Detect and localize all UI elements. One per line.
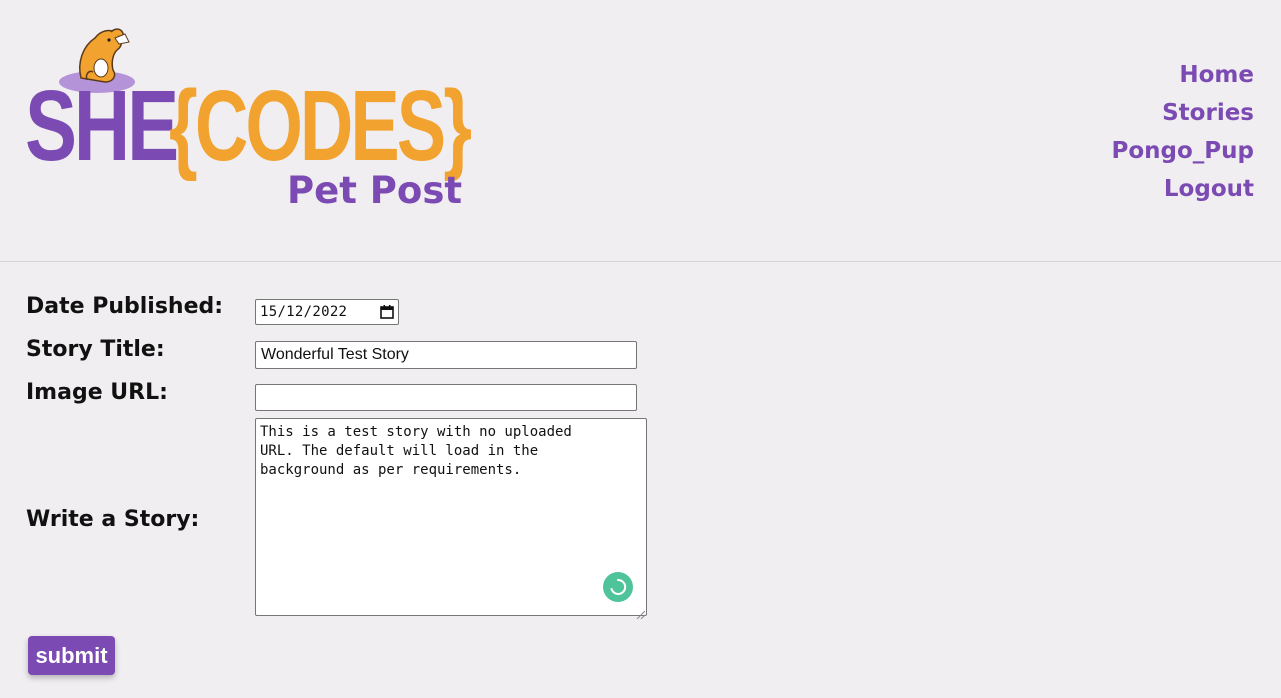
story-title-input[interactable]: Wonderful Test Story [255, 341, 637, 369]
story-textarea[interactable]: This is a test story with no uploaded UR… [255, 418, 647, 616]
new-story-form: Date Published: 15/12/2022 Story Title: … [0, 262, 1281, 698]
date-value: 15/12/2022 [260, 304, 348, 320]
resize-handle-icon[interactable] [635, 604, 646, 620]
nav-stories-link[interactable]: Stories [1112, 94, 1254, 132]
grammar-assistant-icon[interactable] [603, 572, 633, 602]
image-url-input[interactable] [255, 384, 637, 411]
main-nav: Home Stories Pongo_Pup Logout [1112, 56, 1255, 208]
date-published-input[interactable]: 15/12/2022 [255, 299, 399, 325]
submit-button[interactable]: submit [28, 636, 115, 675]
story-title-label: Story Title: [26, 337, 165, 362]
logo-she-text: SHE [25, 70, 179, 182]
image-url-label: Image URL: [26, 380, 168, 405]
nav-logout-link[interactable]: Logout [1112, 170, 1254, 208]
story-title-value: Wonderful Test Story [261, 346, 409, 363]
nav-home-link[interactable]: Home [1112, 56, 1254, 94]
write-story-label: Write a Story: [26, 507, 200, 532]
nav-profile-link[interactable]: Pongo_Pup [1112, 132, 1255, 170]
logo-codes-text: {CODES} [169, 70, 472, 182]
site-header: SHE {CODES} Pet Post Home Stories Pongo_… [0, 0, 1281, 262]
calendar-icon[interactable] [380, 305, 394, 319]
shecodes-logo[interactable]: SHE {CODES} Pet Post [25, 24, 475, 216]
logo-subtitle: Pet Post [287, 169, 463, 212]
date-published-label: Date Published: [26, 294, 224, 319]
